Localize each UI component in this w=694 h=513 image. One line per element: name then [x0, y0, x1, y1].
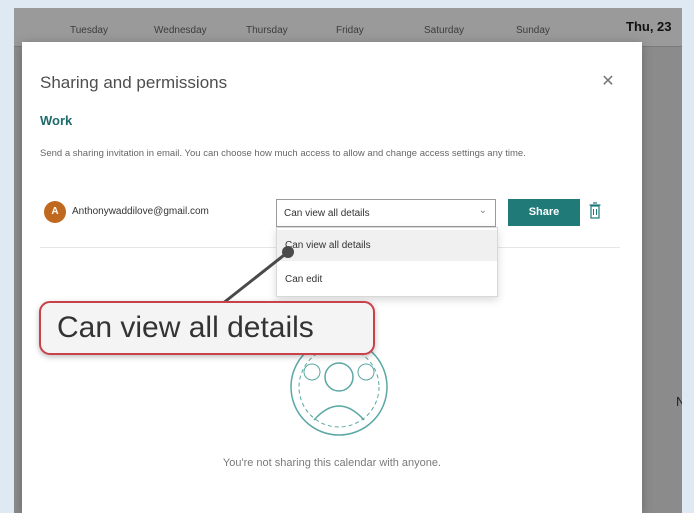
permission-dropdown: Can view all details Can edit [276, 227, 498, 297]
callout-label: Can view all details [39, 301, 375, 355]
current-day-label: Thu, 23 [626, 19, 672, 34]
day-label: Sunday [516, 25, 550, 36]
day-label: Tuesday [70, 25, 108, 36]
day-label: Saturday [424, 25, 465, 36]
permission-select-value: Can view all details [284, 208, 370, 219]
dialog-title: Sharing and permissions [40, 73, 228, 92]
calendar-background: Tuesday Wednesday Thursday Friday Saturd… [14, 8, 682, 513]
sharing-dialog: Sharing and permissions ✕ Work Send a sh… [22, 42, 642, 513]
option-can-edit[interactable]: Can edit [277, 264, 497, 295]
share-button[interactable]: Share [508, 199, 580, 226]
calendar-edge-text: N [676, 394, 682, 409]
empty-state-message: You're not sharing this calendar with an… [222, 457, 442, 469]
avatar: A [44, 201, 66, 223]
option-can-view-all-details[interactable]: Can view all details [277, 230, 497, 261]
chevron-down-icon: ⌄ [478, 205, 487, 216]
calendar-name: Work [40, 113, 73, 128]
option-label: Can view all details [285, 240, 371, 251]
option-label: Can edit [285, 274, 323, 285]
permission-select[interactable]: Can view all details ⌄ [276, 199, 496, 227]
day-label: Wednesday [154, 25, 207, 36]
trash-icon[interactable] [588, 201, 602, 221]
close-icon[interactable]: ✕ [598, 72, 618, 92]
day-label: Friday [336, 25, 364, 36]
sharing-description: Send a sharing invitation in email. You … [40, 148, 526, 159]
recipient-email: Anthonywaddilove@gmail.com [72, 206, 209, 217]
day-label: Thursday [246, 25, 288, 36]
